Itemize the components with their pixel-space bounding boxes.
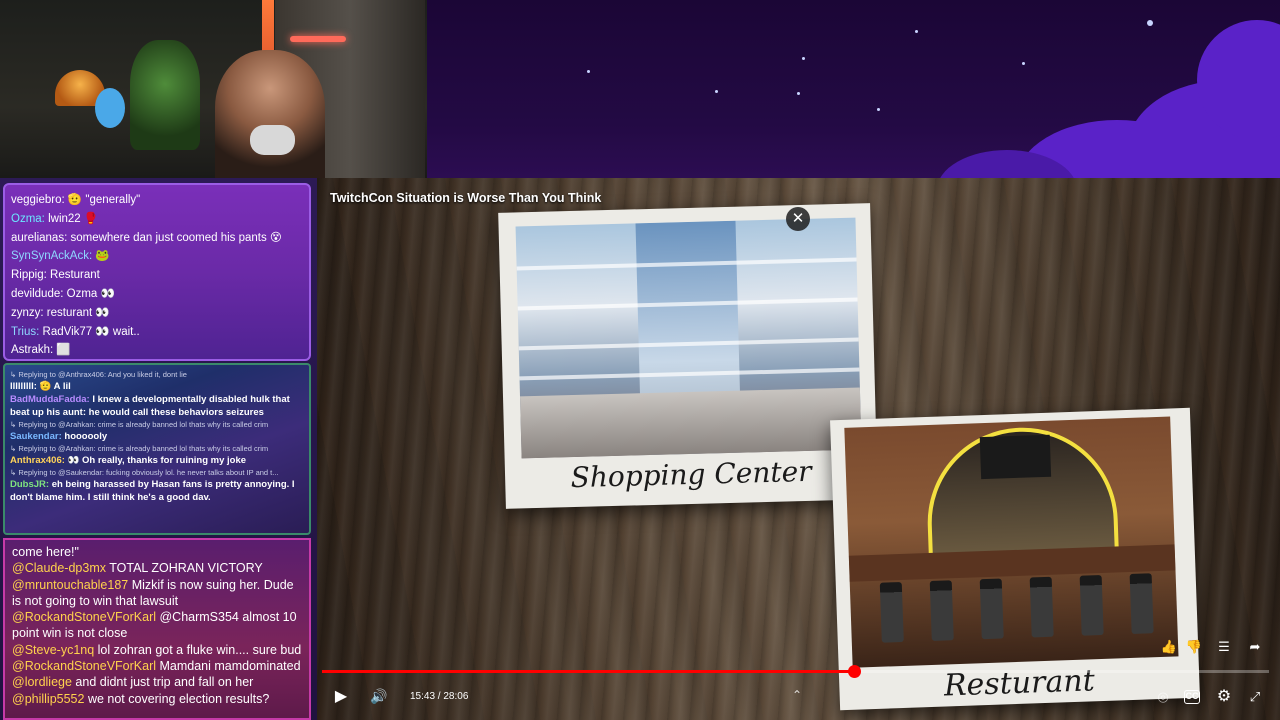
cc-icon: CC xyxy=(1185,691,1199,701)
webcam-feed xyxy=(0,0,427,178)
reply-indicator: ↳ Replying to @Anthrax406: And you liked… xyxy=(10,370,187,379)
shopping-center-photo xyxy=(515,217,862,459)
captions-button[interactable]: CC xyxy=(1184,690,1200,704)
chat-message: zynzy: resturant 👀 xyxy=(11,306,110,319)
chat-column: veggiebro: 🫡 "generally" Ozma: lwin22 🥊 … xyxy=(0,178,317,720)
chat-overlay-top: veggiebro: 🫡 "generally" Ozma: lwin22 🥊 … xyxy=(3,183,311,361)
progress-scrubber[interactable] xyxy=(848,665,861,678)
progress-bar[interactable] xyxy=(322,665,1269,678)
share-icon: ➦ xyxy=(1249,639,1261,654)
chat-message: devildude: Ozma 👀 xyxy=(11,287,115,300)
chat-overlay-bottom: come here!" @Claude-dp3mx TOTAL ZOHRAN V… xyxy=(3,538,311,720)
video-player[interactable]: TwitchCon Situation is Worse Than You Th… xyxy=(317,178,1280,720)
chat-message: Trius: RadVik77 👀 wait.. xyxy=(11,325,140,338)
neon-light xyxy=(290,36,346,42)
restaurant-photo xyxy=(844,416,1179,668)
chat-message: SynSynAckAck: 🐸 xyxy=(11,250,110,263)
autoplay-icon: ◎ xyxy=(1157,689,1169,704)
exit-fullscreen-button[interactable]: ⤢ xyxy=(1245,687,1265,707)
chat-message: BadMuddaFadda: I knew a developmentally … xyxy=(10,394,290,418)
dislike-button[interactable]: 👎 xyxy=(1184,637,1204,657)
chat-message: Astrakh: ⬜ xyxy=(11,344,71,357)
exit-fullscreen-icon: ⤢ xyxy=(1249,689,1261,704)
polaroid-shopping-center: Shopping Center xyxy=(498,203,878,509)
autoplay-toggle[interactable]: ◎ xyxy=(1153,687,1173,707)
chat-message: @RockandStoneVForKarl Mamdani mamdominat… xyxy=(12,659,301,674)
toy-figure xyxy=(95,88,125,128)
time-display: 15:43 / 28:06 xyxy=(410,691,469,702)
reply-indicator: ↳ Replying to @Arahkan: crime is already… xyxy=(10,420,269,429)
play-button[interactable]: ▶ xyxy=(330,686,352,708)
chat-message: Rippig: Resturant xyxy=(11,269,100,282)
close-button[interactable]: ✕ xyxy=(786,207,810,231)
settings-button[interactable]: ⚙ xyxy=(1214,687,1234,707)
chat-message: veggiebro: 🫡 "generally" xyxy=(11,194,141,206)
microphone xyxy=(250,125,295,155)
streamer xyxy=(215,50,325,178)
thumbs-up-icon: 👍 xyxy=(1160,639,1178,654)
thumbs-down-icon: 👎 xyxy=(1185,639,1203,654)
polaroid-restaurant: Resturant xyxy=(830,407,1200,711)
share-button[interactable]: ➦ xyxy=(1245,637,1265,657)
like-button[interactable]: 👍 xyxy=(1159,637,1179,657)
chat-message: @phillip5552 we not covering election re… xyxy=(12,691,270,706)
chat-message: @Claude-dp3mx TOTAL ZOHRAN VICTORY xyxy=(12,561,263,576)
comments-button[interactable]: ☰ xyxy=(1214,637,1234,657)
comment-icon: ☰ xyxy=(1218,639,1230,654)
volume-button[interactable]: 🔊 xyxy=(369,688,389,708)
video-title[interactable]: TwitchCon Situation is Worse Than You Th… xyxy=(330,191,601,205)
chevron-up-button[interactable]: ⌃ xyxy=(788,688,806,706)
gear-icon: ⚙ xyxy=(1216,688,1232,705)
chat-message: lllllllll: 🫡 A lil xyxy=(10,381,71,392)
chat-overlay-middle: ↳ Replying to @Anthrax406: And you liked… xyxy=(3,363,311,535)
chat-message: Anthrax406: 👀 Oh really, thanks for ruin… xyxy=(10,455,247,466)
chat-message: @lordliege and didnt just trip and fall … xyxy=(12,675,254,690)
reply-indicator: ↳ Replying to @Saukendar: fucking obviou… xyxy=(10,468,279,477)
chat-message: aurelianas: somewhere dan just coomed hi… xyxy=(11,231,282,244)
chat-message: DubsJR: eh being harassed by Hasan fans … xyxy=(10,479,295,503)
chat-message: Saukendar: hoooooly xyxy=(10,431,108,442)
close-icon: ✕ xyxy=(791,210,805,227)
chevron-up-icon: ⌃ xyxy=(791,688,803,702)
chat-message: @Steve-yc1nq lol zohran got a fluke win.… xyxy=(12,642,302,657)
caption-shopping-center: Shopping Center xyxy=(570,454,812,495)
caption-restaurant: Resturant xyxy=(943,663,1096,704)
chat-message: Ozma: lwin22 🥊 xyxy=(11,212,99,225)
reply-indicator: ↳ Replying to @Arahkan: crime is already… xyxy=(10,444,269,453)
chat-message: @mruntouchable187 Mizkif is now suing he… xyxy=(12,577,294,608)
plant xyxy=(130,40,200,150)
starfield-banner xyxy=(427,0,1280,178)
chat-message: @RockandStoneVForKarl @CharmS354 almost … xyxy=(12,610,297,641)
progress-fill xyxy=(322,670,854,673)
chat-message: come here!" xyxy=(12,545,79,559)
play-icon: ▶ xyxy=(334,688,348,705)
volume-icon: 🔊 xyxy=(370,688,388,704)
